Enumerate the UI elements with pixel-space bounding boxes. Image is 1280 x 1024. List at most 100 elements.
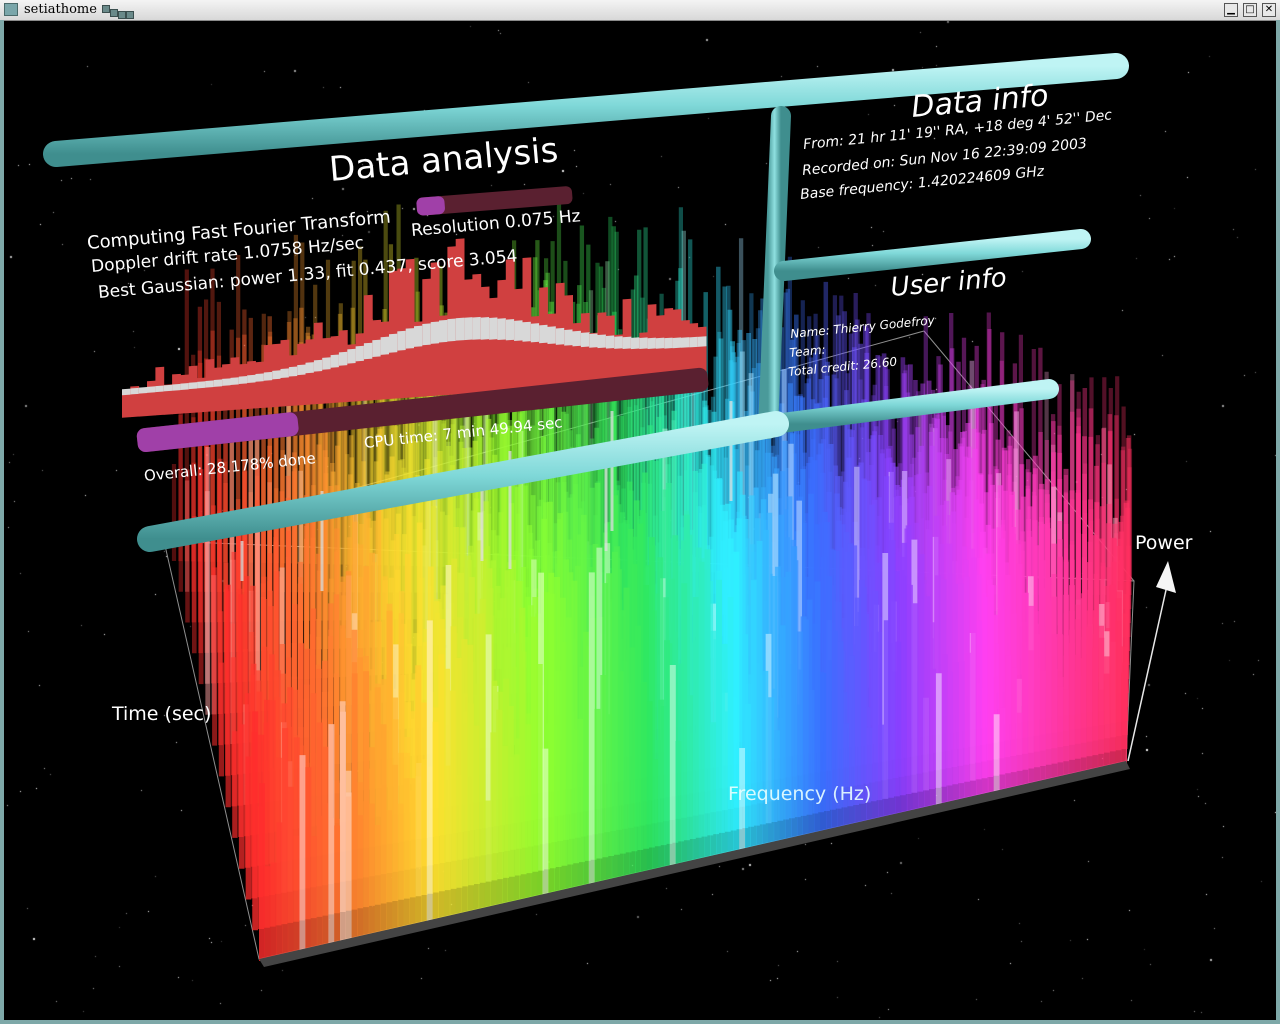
gaussian-bar — [489, 297, 498, 393]
gaussian-bar — [188, 365, 198, 414]
gaussian-bar — [597, 312, 607, 385]
gaussian-fit-segment — [672, 337, 682, 349]
window-border-right[interactable] — [1276, 20, 1280, 1024]
gaussian-fit-segment — [414, 325, 423, 347]
gaussian-fit-segment — [605, 335, 615, 349]
gaussian-fit-segment — [505, 319, 515, 341]
gaussian-bar — [238, 363, 248, 410]
gaussian-bar — [380, 321, 390, 400]
gaussian-fit-segment — [697, 336, 707, 347]
gaussian-fit-segment — [297, 364, 307, 376]
window-titlebar[interactable]: setiathome ▁ □ ✕ — [0, 0, 1280, 21]
gaussian-fit-segment — [614, 336, 624, 349]
gaussian-fit-segment — [580, 332, 590, 348]
gaussian-fit-segment — [263, 371, 273, 381]
window-title: setiathome — [24, 2, 97, 17]
gaussian-fit-segment — [539, 324, 548, 344]
gaussian-fit-segment — [681, 337, 690, 348]
gaussian-bar — [355, 333, 365, 402]
gaussian-bar — [222, 363, 231, 411]
gaussian-fit-segment — [330, 354, 340, 368]
gaussian-fit-segment — [472, 316, 482, 340]
maximize-button[interactable]: □ — [1243, 3, 1257, 17]
gaussian-fit-segment — [397, 330, 407, 351]
screensaver-viewport: Data analysis Computing Fast Fourier Tra… — [4, 21, 1276, 1020]
gaussian-bar — [605, 315, 615, 384]
gaussian-fit-segment — [389, 333, 398, 353]
gaussian-bar — [180, 374, 190, 414]
gaussian-fit-segment — [322, 357, 332, 370]
gaussian-fit-segment — [514, 320, 523, 341]
gaussian-fit-segment — [355, 345, 365, 362]
gaussian-fit-segment — [555, 327, 565, 345]
gaussian-fit-segment — [180, 383, 190, 390]
gaussian-fit-segment — [347, 348, 357, 364]
gaussian-fit-segment — [422, 323, 432, 346]
gaussian-fit-segment — [230, 377, 240, 385]
gaussian-fit-segment — [664, 337, 674, 349]
gaussian-fit-segment — [197, 381, 206, 389]
window-border-bottom[interactable] — [0, 1020, 1280, 1024]
gaussian-bar — [372, 319, 382, 401]
gaussian-fit-segment — [497, 318, 507, 341]
gaussian-fit-segment — [572, 330, 582, 347]
gaussian-fit-segment — [213, 379, 223, 387]
gaussian-fit-segment — [689, 336, 699, 348]
time-axis-label: Time (sec) — [112, 703, 212, 725]
gaussian-fit-segment — [589, 333, 599, 348]
title-grip-icon — [100, 3, 140, 19]
gaussian-fit-segment — [447, 318, 457, 342]
gaussian-fit-segment — [647, 337, 657, 349]
close-button[interactable]: ✕ — [1262, 3, 1276, 17]
gaussian-bar — [547, 313, 557, 388]
gaussian-fit-segment — [480, 317, 490, 340]
gaussian-fit-segment — [464, 317, 473, 341]
gaussian-fit-segment — [564, 329, 574, 346]
gaussian-fit-segment — [597, 334, 607, 349]
gaussian-fit-segment — [430, 321, 440, 344]
gaussian-fit-segment — [147, 386, 156, 393]
gaussian-fit-segment — [363, 342, 373, 360]
window-menu-icon[interactable] — [4, 3, 18, 16]
gaussian-fit-segment — [338, 351, 348, 366]
gaussian-fit-segment — [205, 380, 215, 388]
gaussian-bar — [147, 380, 156, 416]
gaussian-fit-segment — [247, 374, 256, 383]
gaussian-bar — [322, 337, 332, 404]
gaussian-fit-segment — [172, 383, 181, 391]
gaussian-fit-segment — [489, 317, 498, 340]
gaussian-fit-segment — [522, 321, 532, 342]
gaussian-fit-segment — [655, 337, 665, 349]
gaussian-fit-segment — [639, 337, 649, 350]
gaussian-fit-segment — [313, 359, 323, 372]
gaussian-bar — [172, 373, 181, 415]
gaussian-fit-segment — [163, 384, 173, 392]
gaussian-fit-segment — [530, 323, 540, 343]
gaussian-bar — [338, 330, 348, 403]
gaussian-bar — [247, 360, 256, 409]
gaussian-fit-segment — [280, 368, 290, 379]
minimize-button[interactable]: ▁ — [1224, 3, 1238, 17]
power-axis-arrow — [1127, 561, 1176, 762]
gaussian-fit-segment — [380, 336, 390, 355]
gaussian-fit-segment — [222, 378, 231, 386]
gaussian-fit-segment — [255, 373, 265, 382]
gaussian-fit-segment — [547, 326, 557, 345]
gaussian-bar — [213, 367, 223, 412]
gaussian-fit-segment — [122, 388, 131, 396]
gaussian-bar — [580, 312, 590, 386]
gaussian-fit-segment — [288, 366, 298, 377]
gaussian-bar — [330, 335, 340, 404]
gaussian-fit-segment — [622, 336, 632, 349]
gaussian-fit-segment — [138, 387, 148, 394]
gaussian-fit-segment — [372, 339, 382, 358]
gaussian-fit-segment — [272, 370, 282, 380]
seti-scene — [43, 53, 1176, 967]
gaussian-fit-segment — [238, 376, 248, 384]
gaussian-fit-segment — [155, 385, 165, 393]
gaussian-bar — [255, 361, 265, 409]
gaussian-fit-segment — [188, 382, 198, 390]
gaussian-fit-segment — [630, 337, 640, 350]
gaussian-fit-segment — [405, 328, 415, 349]
gaussian-fit-segment — [439, 319, 448, 343]
